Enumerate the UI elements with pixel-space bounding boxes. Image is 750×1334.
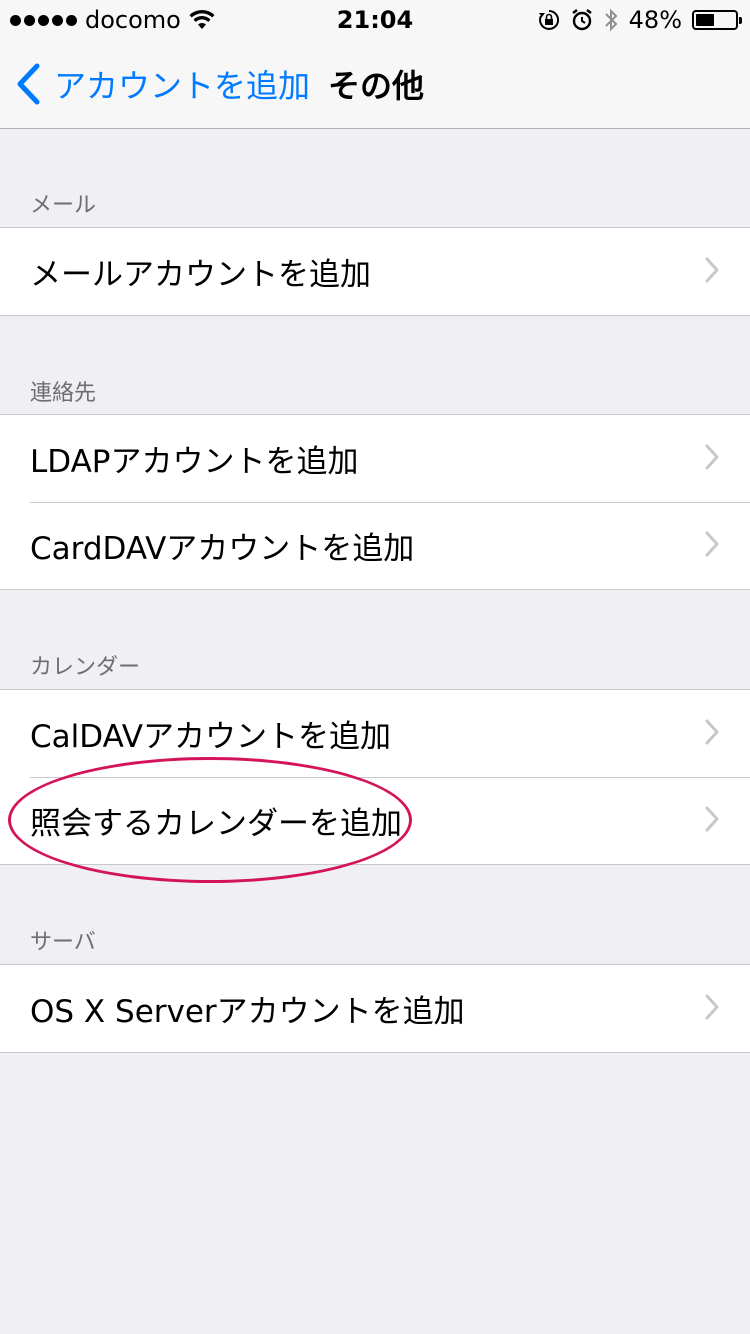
row-label: LDAPアカウントを追加	[30, 444, 359, 480]
add-carddav-account-row[interactable]: CardDAVアカウントを追加	[0, 502, 750, 589]
battery-icon	[692, 10, 742, 30]
page-title: その他	[328, 67, 425, 105]
row-label: メールアカウントを追加	[30, 257, 371, 293]
rotation-lock-icon	[538, 9, 559, 30]
add-osx-server-account-row[interactable]: OS X Serverアカウントを追加	[0, 965, 750, 1052]
row-label: CalDAVアカウントを追加	[30, 719, 392, 755]
add-mail-account-row[interactable]: メールアカウントを追加	[0, 228, 750, 315]
status-bar: docomo 21:04 48%	[0, 0, 750, 40]
add-ldap-account-row[interactable]: LDAPアカウントを追加	[0, 415, 750, 502]
row-label: OS X Serverアカウントを追加	[30, 994, 465, 1030]
row-label: CardDAVアカウントを追加	[30, 531, 415, 567]
chevron-right-icon	[705, 994, 719, 1020]
status-right: 48%	[537, 6, 742, 34]
chevron-right-icon	[705, 531, 719, 557]
chevron-right-icon	[705, 806, 719, 832]
add-subscribed-calendar-row[interactable]: 照会するカレンダーを追加	[0, 777, 750, 864]
battery-percent: 48%	[628, 6, 682, 34]
chevron-right-icon	[705, 719, 719, 745]
add-caldav-account-row[interactable]: CalDAVアカウントを追加	[0, 690, 750, 777]
bluetooth-icon	[604, 8, 618, 32]
group-calendar: CalDAVアカウントを追加 照会するカレンダーを追加	[0, 689, 750, 865]
chevron-right-icon	[705, 257, 719, 283]
group-server: OS X Serverアカウントを追加	[0, 964, 750, 1053]
navigation-bar: アカウントを追加 その他	[0, 40, 750, 129]
group-mail: メールアカウントを追加	[0, 227, 750, 316]
alarm-icon	[571, 9, 592, 31]
back-button-label: アカウントを追加	[54, 67, 311, 105]
section-header-mail: メール	[30, 193, 97, 218]
chevron-left-icon	[17, 63, 40, 105]
group-contacts: LDAPアカウントを追加 CardDAVアカウントを追加	[0, 414, 750, 590]
battery-level-fill	[696, 14, 714, 26]
section-header-server: サーバ	[30, 930, 96, 955]
back-button[interactable]: アカウントを追加	[14, 40, 310, 128]
chevron-right-icon	[705, 444, 719, 470]
section-header-calendar: カレンダー	[30, 655, 141, 680]
section-header-contacts: 連絡先	[30, 381, 97, 406]
row-label: 照会するカレンダーを追加	[30, 806, 402, 842]
